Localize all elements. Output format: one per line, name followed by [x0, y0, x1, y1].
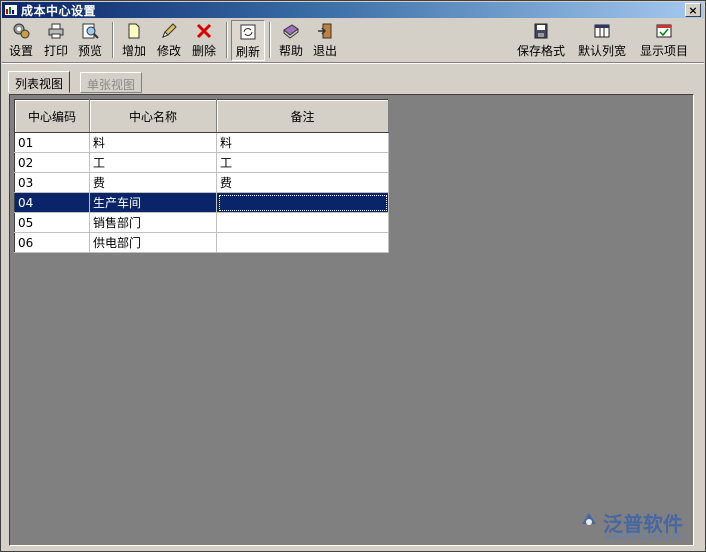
cell-code[interactable]: 04	[14, 192, 90, 213]
refresh-icon	[239, 23, 257, 41]
setup-button[interactable]: 设置	[6, 20, 36, 61]
app-icon	[4, 3, 18, 17]
cell-name[interactable]: 销售部门	[89, 212, 217, 233]
preview-button[interactable]: 预览	[74, 20, 106, 61]
table-row[interactable]: 02 工 工	[14, 152, 389, 173]
toolbar: 设置 打印 预览 增加 修改 删除 刷新 帮助 退出 保存格式 默认列宽 显示项…	[2, 19, 704, 63]
cell-code[interactable]: 06	[14, 232, 90, 253]
edit-button[interactable]: 修改	[153, 20, 185, 61]
column-header-code[interactable]: 中心编码	[14, 99, 90, 133]
cell-code[interactable]: 03	[14, 172, 90, 193]
cell-name[interactable]: 供电部门	[89, 232, 217, 253]
cell-remark[interactable]: 费	[216, 172, 389, 193]
edit-label: 修改	[156, 44, 181, 58]
cell-name[interactable]: 料	[89, 132, 217, 153]
column-header-name[interactable]: 中心名称	[89, 99, 217, 133]
table-row[interactable]: 05 销售部门	[14, 212, 389, 233]
default-width-label: 默认列宽	[577, 44, 626, 58]
show-items-button[interactable]: 显示项目	[635, 20, 693, 61]
tab-list-view[interactable]: 列表视图	[8, 71, 71, 93]
show-items-icon	[655, 22, 673, 40]
table-row[interactable]: 03 费 费	[14, 172, 389, 193]
cell-code[interactable]: 01	[14, 132, 90, 153]
column-width-icon	[593, 22, 611, 40]
table-header-row: 中心编码 中心名称 备注	[14, 99, 389, 133]
grid-workspace: 中心编码 中心名称 备注 01 料 料 02 工 工 03 费 费 04 生产车…	[9, 94, 694, 546]
table-row[interactable]: 06 供电部门	[14, 232, 389, 253]
cell-remark[interactable]	[216, 212, 389, 233]
exit-button[interactable]: 退出	[309, 20, 341, 61]
preview-label: 预览	[77, 44, 102, 58]
cell-code[interactable]: 05	[14, 212, 90, 233]
help-book-icon	[282, 22, 300, 40]
cell-remark[interactable]	[216, 192, 389, 213]
gears-icon	[12, 22, 30, 40]
delete-button[interactable]: 删除	[188, 20, 220, 61]
preview-icon	[81, 22, 99, 40]
brand-url: www.fanpusoft.com	[604, 532, 683, 541]
app-window: 成本中心设置 × 设置 打印 预览 增加 修改 删除 刷新 帮助 退出 保存格式…	[0, 0, 706, 552]
toolbar-separator	[269, 22, 271, 58]
tab-single-view[interactable]: 单张视图	[80, 72, 143, 93]
column-header-remark[interactable]: 备注	[216, 99, 389, 133]
toolbar-separator	[226, 22, 228, 58]
new-document-icon	[125, 22, 143, 40]
cell-name[interactable]: 工	[89, 152, 217, 173]
cell-name[interactable]: 生产车间	[89, 192, 217, 213]
save-format-button[interactable]: 保存格式	[512, 20, 570, 61]
exit-door-icon	[316, 22, 334, 40]
table-row-selected[interactable]: 04 生产车间	[14, 192, 389, 213]
brand-watermark: 泛普软件 www.fanpusoft.com	[579, 508, 683, 541]
toolbar-separator	[112, 22, 114, 58]
cell-code[interactable]: 02	[14, 152, 90, 173]
close-button[interactable]: ×	[685, 3, 701, 17]
save-format-icon	[532, 22, 550, 40]
save-format-label: 保存格式	[516, 44, 565, 58]
help-button[interactable]: 帮助	[275, 20, 307, 61]
title-bar[interactable]: 成本中心设置 ×	[2, 2, 704, 18]
cell-remark[interactable]	[216, 232, 389, 253]
print-button[interactable]: 打印	[40, 20, 72, 61]
brand-logo-icon	[579, 510, 599, 535]
table-row[interactable]: 01 料 料	[14, 132, 389, 153]
exit-label: 退出	[312, 44, 337, 58]
show-items-label: 显示项目	[639, 44, 688, 58]
help-label: 帮助	[278, 44, 303, 58]
print-label: 打印	[43, 44, 68, 58]
default-width-button[interactable]: 默认列宽	[573, 20, 631, 61]
printer-icon	[47, 22, 65, 40]
setup-label: 设置	[8, 44, 33, 58]
pencil-icon	[160, 22, 178, 40]
cell-name[interactable]: 费	[89, 172, 217, 193]
delete-label: 删除	[191, 44, 216, 58]
refresh-label: 刷新	[235, 45, 260, 59]
cell-remark[interactable]: 料	[216, 132, 389, 153]
delete-x-icon	[195, 22, 213, 40]
cell-remark[interactable]: 工	[216, 152, 389, 173]
add-label: 增加	[121, 44, 146, 58]
refresh-button[interactable]: 刷新	[231, 20, 265, 61]
add-button[interactable]: 增加	[118, 20, 150, 61]
window-title: 成本中心设置	[21, 3, 97, 18]
center-table: 中心编码 中心名称 备注 01 料 料 02 工 工 03 费 费 04 生产车…	[14, 99, 389, 253]
